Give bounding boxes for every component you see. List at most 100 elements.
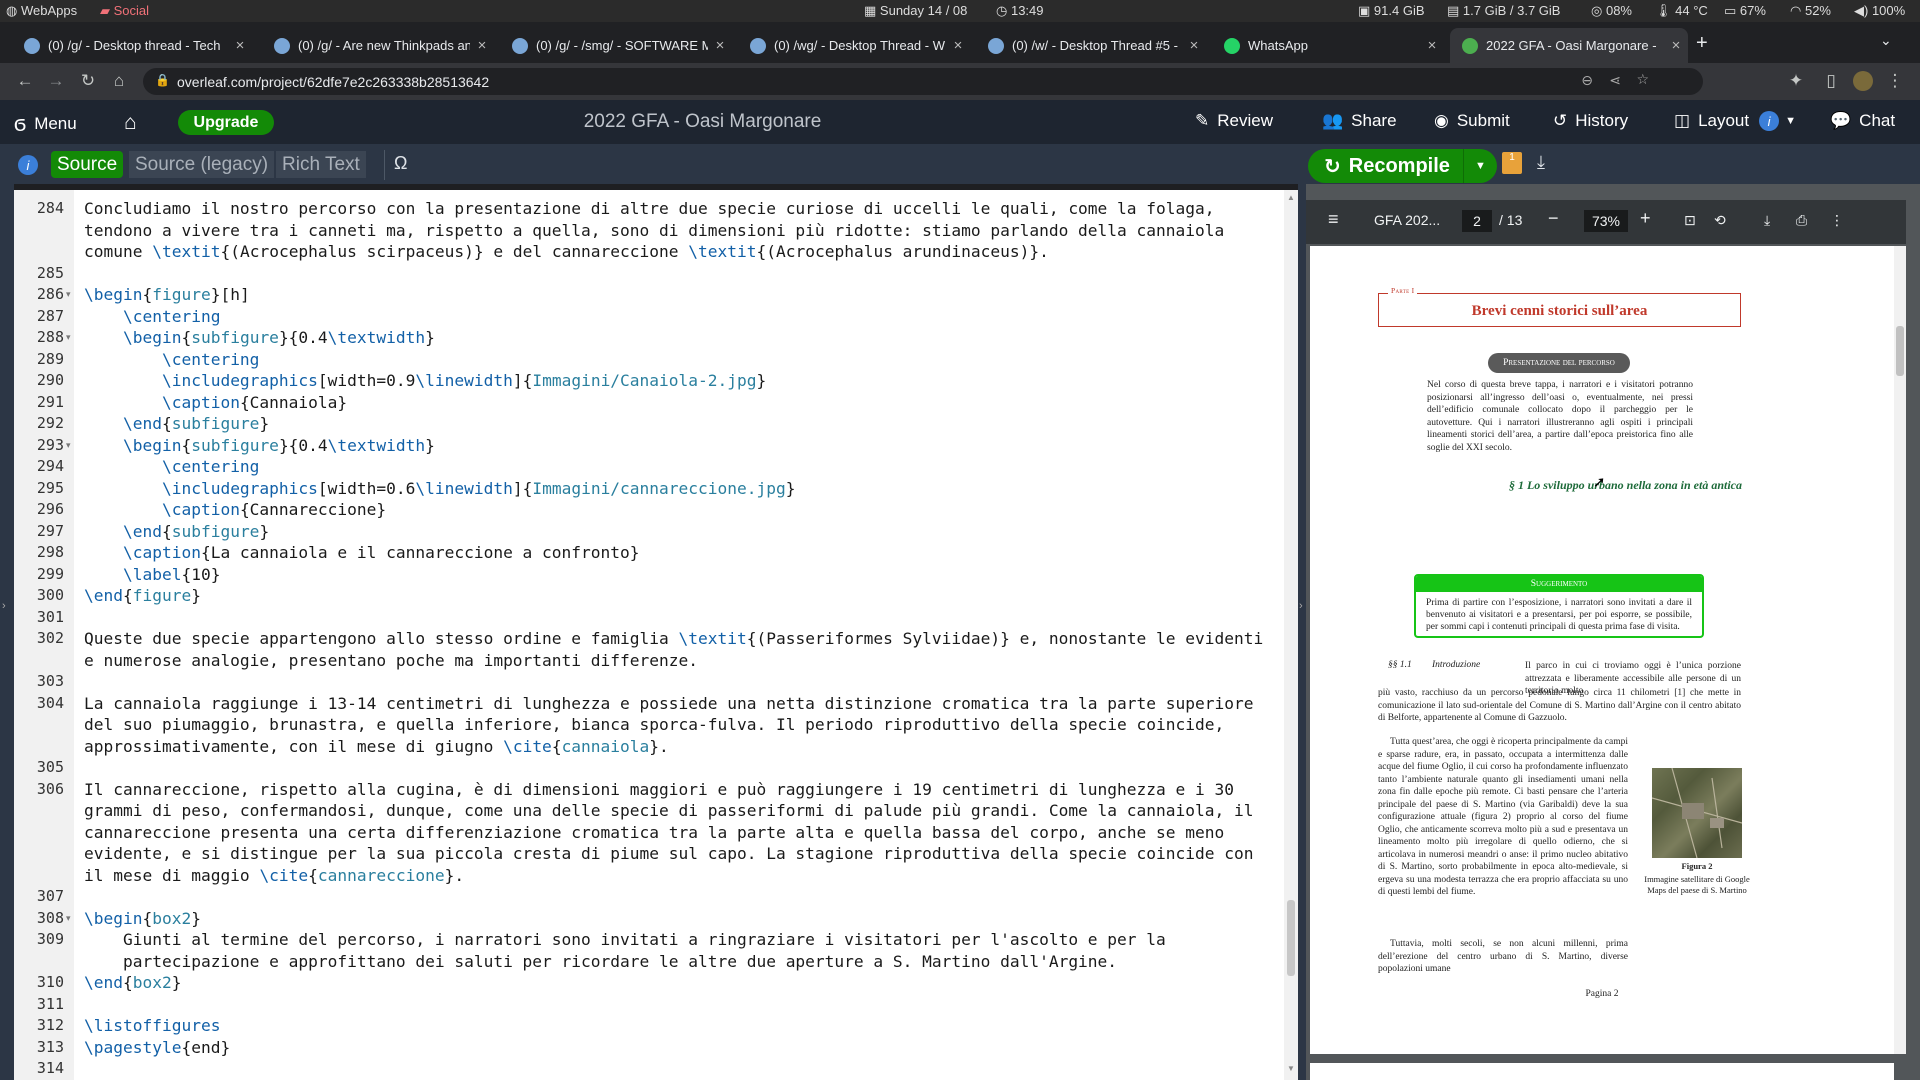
pdf-scrollbar-thumb[interactable] bbox=[1896, 326, 1904, 376]
code-line[interactable]: \end{subfigure} bbox=[84, 413, 269, 435]
rotate-icon[interactable]: ⟲ bbox=[1714, 212, 1726, 229]
code-line[interactable]: \includegraphics[width=0.6\linewidth]{Im… bbox=[84, 478, 796, 500]
code-line[interactable]: tendono a vivere tra i canneti ma, rispe… bbox=[84, 220, 1224, 242]
browser-tab[interactable]: WhatsApp × bbox=[1212, 28, 1444, 63]
tab-source[interactable]: Source bbox=[51, 151, 124, 178]
code-line[interactable]: \centering bbox=[84, 456, 259, 478]
zoom-out-icon[interactable]: − bbox=[1548, 208, 1559, 229]
code-line[interactable]: \end{subfigure} bbox=[84, 521, 269, 543]
reload-icon[interactable]: ↻ bbox=[77, 71, 99, 91]
hamburger-menu-icon[interactable]: ≡ bbox=[1328, 209, 1339, 230]
pdf-scrollbar[interactable] bbox=[1894, 246, 1906, 1054]
share-button[interactable]: 👥 Share bbox=[1322, 111, 1397, 131]
symbol-palette-button[interactable]: Ω bbox=[394, 153, 407, 174]
sidebar-icon[interactable]: ▯ bbox=[1820, 71, 1842, 91]
tab-close-icon[interactable]: × bbox=[1182, 37, 1206, 54]
code-line[interactable]: \begin{box2} bbox=[84, 908, 201, 930]
code-line[interactable]: il mese di maggio \cite{cannareccione}. bbox=[84, 865, 464, 887]
share-page-icon[interactable]: ⋖ bbox=[1609, 72, 1621, 89]
home-icon[interactable]: ⌂ bbox=[108, 71, 130, 91]
menu-button[interactable]: ϭ Menu bbox=[14, 111, 77, 137]
code-line[interactable]: \centering bbox=[84, 349, 259, 371]
fold-toggle-icon[interactable]: ▾ bbox=[66, 284, 71, 306]
file-tree-collapse-strip[interactable] bbox=[0, 184, 14, 1080]
home-button[interactable]: ⌂ bbox=[124, 111, 137, 135]
code-line[interactable]: Concludiamo il nostro percorso con la pr… bbox=[84, 198, 1215, 220]
recompile-button[interactable]: ↻ Recompile ▼ bbox=[1308, 149, 1497, 183]
tab-close-icon[interactable]: × bbox=[708, 37, 732, 54]
webapps-menu[interactable]: ◍ WebApps bbox=[6, 3, 77, 19]
code-line[interactable]: approssimativamente, con il mese di giug… bbox=[84, 736, 669, 758]
fold-toggle-icon[interactable]: ▾ bbox=[66, 908, 71, 930]
code-line[interactable]: \end{box2} bbox=[84, 972, 181, 994]
browser-menu-icon[interactable]: ⋮ bbox=[1884, 71, 1906, 91]
code-editor[interactable]: 284 285 286 ▾ 287 288 ▾ 289 290 291 292 293 ▾ 294 295 2… bbox=[14, 190, 1284, 1080]
tab-close-icon[interactable]: × bbox=[1420, 37, 1444, 54]
code-line[interactable]: \centering bbox=[84, 306, 220, 328]
code-line[interactable]: Giunti al termine del percorso, i narrat… bbox=[84, 929, 1166, 951]
forward-arrow-icon[interactable]: → bbox=[45, 71, 67, 91]
bookmark-star-icon[interactable]: ☆ bbox=[1636, 71, 1649, 88]
code-line[interactable]: Il cannareccione, rispetto alla cugina, … bbox=[84, 779, 1234, 801]
tab-search-icon[interactable]: ⌄ bbox=[1880, 32, 1892, 49]
tab-close-icon[interactable]: × bbox=[946, 37, 970, 54]
page-number-input[interactable]: 2 bbox=[1462, 210, 1492, 232]
tab-close-icon[interactable]: × bbox=[228, 37, 252, 54]
zoom-icon[interactable]: ⊖ bbox=[1581, 72, 1593, 89]
collapse-pdf-icon[interactable]: › bbox=[1299, 600, 1303, 612]
code-line[interactable]: \caption{Cannareccione} bbox=[84, 499, 386, 521]
code-line[interactable]: \label{10} bbox=[84, 564, 220, 586]
expand-file-tree-icon[interactable]: › bbox=[2, 600, 6, 612]
editor-scrollbar-thumb[interactable] bbox=[1287, 900, 1295, 976]
layout-button[interactable]: ◫ Layout i ▼ bbox=[1674, 111, 1796, 131]
new-tab-button[interactable]: + bbox=[1696, 32, 1708, 55]
download-icon[interactable]: ⤓ bbox=[1537, 152, 1545, 173]
code-line[interactable]: evidente, e si distingue per la sua picc… bbox=[84, 843, 1253, 865]
browser-tab[interactable]: (0) /w/ - Desktop Thread #5 - × bbox=[976, 28, 1206, 63]
tab-rich-text[interactable]: Rich Text bbox=[276, 151, 366, 178]
code-line[interactable]: \caption{Cannaiola} bbox=[84, 392, 347, 414]
pdf-more-icon[interactable]: ⋮ bbox=[1830, 212, 1844, 229]
zoom-in-icon[interactable]: + bbox=[1640, 208, 1651, 229]
code-line[interactable]: \end{figure} bbox=[84, 585, 201, 607]
volume-display[interactable]: ◀) 100% bbox=[1854, 3, 1905, 19]
code-line[interactable]: e numerose analogie, presentano poche ma… bbox=[84, 650, 698, 672]
print-icon[interactable]: ⎙ bbox=[1796, 212, 1807, 229]
pane-divider[interactable] bbox=[1298, 184, 1306, 1080]
code-line[interactable]: \begin{subfigure}{0.4\textwidth} bbox=[84, 435, 435, 457]
code-line[interactable]: \caption{La cannaiola e il cannareccione… bbox=[84, 542, 640, 564]
review-button[interactable]: ✎ Review bbox=[1195, 111, 1273, 131]
code-line[interactable]: La cannaiola raggiunge i 13-14 centimetr… bbox=[84, 693, 1253, 715]
chat-button[interactable]: 💬 Chat bbox=[1830, 111, 1895, 131]
code-line[interactable]: Queste due specie appartengono allo stes… bbox=[84, 628, 1263, 650]
social-menu[interactable]: ▰ Social bbox=[100, 3, 149, 19]
browser-tab[interactable]: (0) /wg/ - Desktop Thread - W × bbox=[738, 28, 970, 63]
fold-toggle-icon[interactable]: ▾ bbox=[66, 327, 71, 349]
code-line[interactable]: \pagestyle{end} bbox=[84, 1037, 230, 1059]
code-line[interactable]: comune \textit{(Acrocephalus scirpaceus)… bbox=[84, 241, 1049, 263]
tab-close-icon[interactable]: × bbox=[470, 37, 494, 54]
scroll-down-arrow-icon[interactable]: ▼ bbox=[1287, 1064, 1295, 1073]
browser-tab[interactable]: (0) /g/ - /smg/ - SOFTWARE M × bbox=[500, 28, 732, 63]
info-icon[interactable]: i bbox=[18, 155, 38, 175]
browser-tab[interactable]: (0) /g/ - Desktop thread - Tech × bbox=[12, 28, 252, 63]
scroll-up-arrow-icon[interactable]: ▲ bbox=[1287, 193, 1295, 202]
tab-source-legacy[interactable]: Source (legacy) bbox=[129, 151, 275, 178]
browser-tab[interactable]: (0) /g/ - Are new Thinkpads an × bbox=[262, 28, 494, 63]
pdf-download-icon[interactable]: ⤓ bbox=[1764, 212, 1770, 229]
recompile-options-caret-icon[interactable]: ▼ bbox=[1463, 149, 1497, 183]
project-title[interactable]: 2022 GFA - Oasi Margonare bbox=[480, 111, 925, 133]
profile-avatar[interactable] bbox=[1853, 71, 1873, 91]
submit-button[interactable]: ◉ Submit bbox=[1434, 111, 1510, 131]
fit-page-icon[interactable]: ⊡ bbox=[1684, 212, 1696, 229]
fold-toggle-icon[interactable]: ▾ bbox=[66, 435, 71, 457]
code-line[interactable]: cannareccione presenta una certa differe… bbox=[84, 822, 1224, 844]
upgrade-button[interactable]: Upgrade bbox=[178, 110, 274, 135]
code-line[interactable]: del suo piumaggio, brunastra, e quella i… bbox=[84, 714, 1224, 736]
logs-icon[interactable]: 1 bbox=[1502, 152, 1522, 174]
pdf-page[interactable]: Parte I Brevi cenni storici sull’area Pr… bbox=[1310, 246, 1894, 1054]
code-line[interactable]: grammi di peso, confermandosi, dunque, c… bbox=[84, 800, 1253, 822]
back-arrow-icon[interactable]: ← bbox=[14, 71, 36, 91]
code-line[interactable]: partecipazione e approfittano dei saluti… bbox=[84, 951, 1117, 973]
history-button[interactable]: ↺ History bbox=[1553, 111, 1628, 131]
